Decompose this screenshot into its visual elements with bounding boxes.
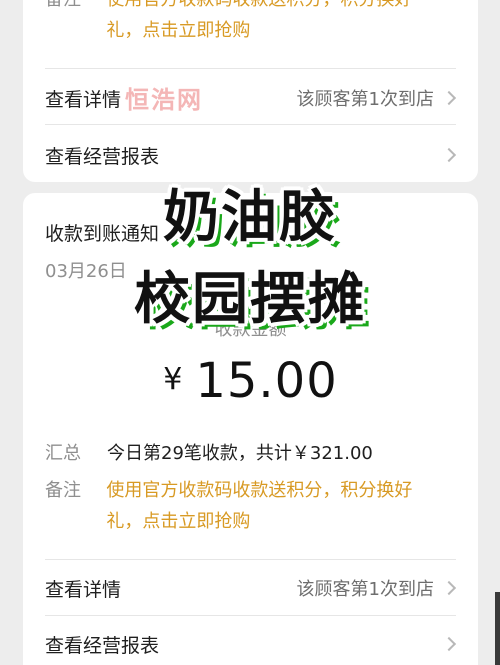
remark-row: 备注 使用官方收款码收款送积分，积分换好 礼，点击立即抢购 bbox=[45, 475, 458, 537]
divider bbox=[45, 68, 456, 69]
overlay-title-line1: 奶油胶 bbox=[163, 185, 337, 250]
view-details-right: 该顾客第1次到店 bbox=[297, 85, 458, 111]
amount: ¥15.00 bbox=[163, 353, 338, 409]
divider bbox=[45, 559, 456, 560]
view-details-row[interactable]: 查看详情 该顾客第1次到店 bbox=[45, 573, 458, 603]
screen: 备注 使用官方收款码收款送积分，积分换好 礼，点击立即抢购 查看详情 该顾客第1… bbox=[0, 0, 500, 665]
chevron-right-icon bbox=[441, 580, 457, 596]
summary-label: 汇总 bbox=[45, 443, 81, 464]
overlay-title-line2: 校园摆摊 bbox=[134, 267, 366, 332]
view-report-label: 查看经营报表 bbox=[45, 634, 160, 657]
chevron-right-icon bbox=[441, 147, 457, 163]
summary-row: 汇总 今日第29笔收款，共计￥321.00 bbox=[45, 437, 458, 467]
remark-text-line2[interactable]: 礼，点击立即抢购 bbox=[106, 15, 458, 46]
remark-row: 备注 使用官方收款码收款送积分，积分换好 礼，点击立即抢购 bbox=[45, 0, 458, 46]
summary-text: 今日第29笔收款，共计￥321.00 bbox=[107, 443, 373, 464]
visit-count-text: 该顾客第1次到店 bbox=[296, 579, 434, 600]
view-report-right bbox=[434, 147, 458, 163]
scrollbar[interactable] bbox=[495, 592, 500, 665]
watermark: 恒浩网 bbox=[125, 86, 203, 114]
notification-card-previous: 备注 使用官方收款码收款送积分，积分换好 礼，点击立即抢购 查看详情 该顾客第1… bbox=[23, 0, 478, 182]
chevron-right-icon bbox=[441, 90, 457, 106]
remark-label: 备注 bbox=[45, 0, 106, 15]
view-details-label: 查看详情 bbox=[45, 88, 122, 111]
amount-wrap: ¥15.00 bbox=[23, 353, 478, 409]
visit-count-text: 该顾客第1次到店 bbox=[296, 89, 434, 110]
remark-text-line1[interactable]: 使用官方收款码收款送积分，积分换好 bbox=[106, 475, 458, 506]
divider bbox=[45, 124, 456, 125]
amount-value: 15.00 bbox=[195, 353, 338, 409]
view-report-right bbox=[434, 636, 458, 652]
view-details-row[interactable]: 查看详情 该顾客第1次到店 bbox=[45, 83, 458, 113]
view-report-row[interactable]: 查看经营报表 bbox=[45, 140, 458, 170]
remark-text-line2[interactable]: 礼，点击立即抢购 bbox=[106, 506, 458, 537]
remark-text-line1[interactable]: 使用官方收款码收款送积分，积分换好 bbox=[106, 0, 458, 15]
currency-symbol: ¥ bbox=[163, 362, 184, 397]
divider bbox=[45, 615, 456, 616]
view-details-right: 该顾客第1次到店 bbox=[297, 575, 458, 601]
view-details-label: 查看详情 bbox=[45, 578, 122, 601]
remark-label: 备注 bbox=[45, 480, 81, 501]
remark-text[interactable]: 使用官方收款码收款送积分，积分换好 礼，点击立即抢购 bbox=[106, 475, 458, 537]
view-report-label: 查看经营报表 bbox=[45, 145, 160, 168]
remark-text[interactable]: 使用官方收款码收款送积分，积分换好 礼，点击立即抢购 bbox=[106, 0, 458, 46]
chevron-right-icon bbox=[441, 636, 457, 652]
view-report-row[interactable]: 查看经营报表 bbox=[45, 629, 458, 659]
